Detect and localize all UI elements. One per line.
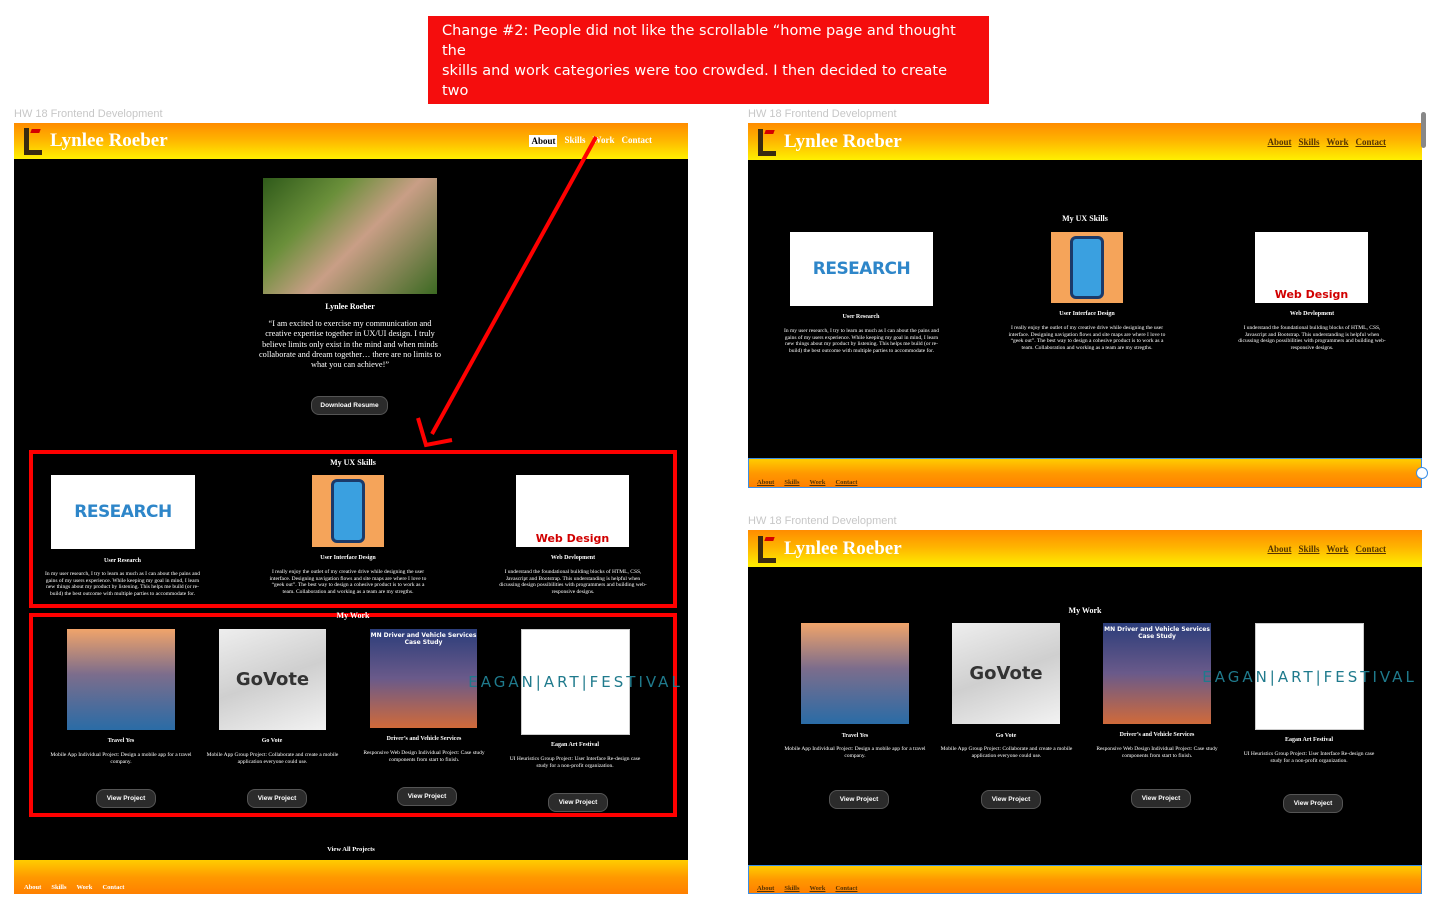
footer-work[interactable]: Work: [810, 885, 826, 892]
resize-handle[interactable]: [1416, 467, 1428, 479]
research-image-text: RESEARCH: [812, 259, 911, 279]
skills-page-footer: About Skills Work Contact: [748, 458, 1422, 488]
work-text-dvs: Responsive Web Design Individual Project…: [1096, 746, 1218, 759]
skill-text-ui: I really enjoy the outlet of my creative…: [1008, 325, 1166, 351]
view-project-button-vote[interactable]: View Project: [981, 790, 1041, 809]
logo-icon[interactable]: [754, 127, 778, 157]
work-text-eagan: UI Heuristics Group Project: User Interf…: [1243, 751, 1375, 764]
skill-title-research: User Research: [842, 314, 880, 320]
skills-page-heading: My UX Skills: [1062, 214, 1108, 223]
frame-label-skills: HW 18 Frontend Development: [748, 108, 897, 120]
footer-about[interactable]: About: [757, 885, 774, 892]
work-title-vote: Go Vote: [995, 733, 1017, 739]
vote-image-text: GoVote: [969, 663, 1043, 684]
eagan-image-text: EAGAN|ART|FESTIVAL: [1202, 667, 1417, 686]
work-page-footer: About Skills Work Contact: [748, 865, 1422, 894]
go-vote-image: GoVote: [952, 623, 1060, 724]
view-project-button-dvs[interactable]: View Project: [1131, 789, 1191, 808]
nav-work[interactable]: Work: [1326, 544, 1348, 554]
work-text-vote: Mobile App Group Project: Collaborate an…: [940, 746, 1073, 759]
footer-contact[interactable]: Contact: [835, 479, 857, 486]
nav-contact[interactable]: Contact: [1356, 137, 1387, 147]
footer-skills[interactable]: Skills: [784, 885, 799, 892]
work-title-travel: Travel Yes: [841, 733, 869, 739]
phone-icon: [1069, 236, 1105, 299]
work-title-dvs: Driver’s and Vehicle Services: [1119, 732, 1195, 738]
work-page-nav: About Skills Work Contact: [1267, 544, 1386, 554]
eagan-art-image: EAGAN|ART|FESTIVAL: [1202, 623, 1414, 730]
footer-about[interactable]: About: [757, 479, 774, 486]
web-image-text: Web Design: [1274, 288, 1349, 301]
footer-skills[interactable]: Skills: [784, 479, 799, 486]
skill-title-web: Web Devlopment: [1289, 311, 1335, 317]
nav-about[interactable]: About: [1267, 137, 1291, 147]
skills-page-header: Lynlee Roeber About Skills Work Contact: [748, 123, 1422, 160]
nav-contact[interactable]: Contact: [1356, 544, 1387, 554]
research-image: RESEARCH: [790, 232, 933, 306]
work-page-header: Lynlee Roeber About Skills Work Contact: [748, 530, 1422, 567]
travel-yes-image: [801, 623, 909, 724]
work-text-travel: Mobile App Individual Project: Design a …: [784, 746, 926, 759]
skills-page-nav: About Skills Work Contact: [1267, 137, 1386, 147]
logo-icon[interactable]: [754, 534, 778, 564]
brand-name[interactable]: Lynlee Roeber: [784, 538, 902, 560]
work-title-eagan: Eagan Art Festival: [1285, 737, 1333, 743]
skill-text-research: In my user research, I try to learn as m…: [784, 328, 940, 354]
work-page-heading: My Work: [1068, 606, 1102, 615]
nav-skills[interactable]: Skills: [1298, 544, 1319, 554]
nav-about[interactable]: About: [1267, 544, 1291, 554]
nav-skills[interactable]: Skills: [1298, 137, 1319, 147]
view-project-button-eagan[interactable]: View Project: [1283, 794, 1343, 813]
frame-label-work: HW 18 Frontend Development: [748, 515, 897, 527]
view-project-button-travel[interactable]: View Project: [829, 790, 889, 809]
brand-name[interactable]: Lynlee Roeber: [784, 131, 902, 153]
skill-text-web: I understand the foundational building b…: [1238, 325, 1386, 351]
skills-page-body: [748, 160, 1422, 458]
footer-contact[interactable]: Contact: [835, 885, 857, 892]
web-design-image: Web Design: [1255, 232, 1368, 303]
nav-work[interactable]: Work: [1326, 137, 1348, 147]
footer-work[interactable]: Work: [810, 479, 826, 486]
scrollbar-thumb[interactable]: [1421, 112, 1426, 148]
skill-title-ui: User Interface Design: [1059, 311, 1115, 317]
dvs-image-text: MN Driver and Vehicle Services Case Stud…: [1104, 626, 1210, 640]
dvs-image: MN Driver and Vehicle Services Case Stud…: [1103, 623, 1211, 724]
ui-design-image: [1051, 232, 1123, 303]
